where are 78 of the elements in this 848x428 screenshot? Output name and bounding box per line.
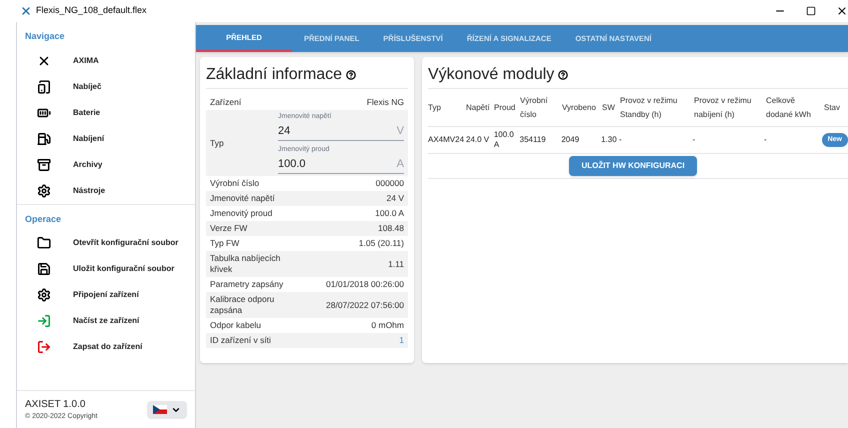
fuel-pump-icon — [37, 132, 51, 146]
section-heading: Operace — [24, 212, 62, 226]
sidebar-item[interactable]: Nabíjení — [17, 126, 195, 152]
row-label: Zařízení — [210, 97, 242, 108]
folder-icon — [37, 236, 51, 250]
sidebar-item[interactable]: Zapsat do zařízení — [17, 334, 195, 360]
save-hw-config-button[interactable]: ULOŽIT HW KONFIGURACI — [569, 156, 697, 176]
help-icon[interactable] — [558, 70, 568, 80]
settings-icon — [37, 288, 51, 302]
section-heading: Navigace — [24, 30, 66, 43]
field-value: 24 — [278, 125, 290, 138]
table-cell-text: AX4MV24 — [428, 135, 466, 145]
table-cell-text: 100.0 A — [494, 130, 515, 150]
row-label: Typ — [210, 136, 225, 150]
row-label: Výrobní číslo — [210, 178, 260, 189]
flag-icon — [153, 405, 167, 414]
table-cell-text: 24.0 V — [466, 135, 490, 145]
column-header: Typ — [428, 102, 442, 114]
sidebar-item[interactable]: Nástroje — [17, 178, 195, 204]
row-value: 000000 — [376, 178, 404, 189]
column-header: Provoz v režimu Standby (h) — [620, 94, 678, 121]
row-value: 100.0 A — [375, 208, 404, 219]
row-value: 24 V — [386, 193, 404, 204]
unit-label: A — [396, 158, 404, 171]
app-version: AXISET 1.0.0 — [25, 398, 86, 412]
card-title: Výkonové moduly — [428, 64, 554, 84]
sidebar-item[interactable]: Uložit konfigurační soubor — [17, 256, 195, 282]
language-selector[interactable] — [147, 400, 187, 418]
column-header: SW — [602, 102, 616, 114]
settings-icon — [37, 184, 51, 198]
table-cell-text: - — [618, 135, 623, 145]
column-header: Napětí — [466, 102, 491, 114]
sidebar-item[interactable]: Připojení zařízení — [17, 282, 195, 308]
column-header: Celkově dodané kWh — [766, 94, 812, 120]
row-label: Jmenovité napětí — [210, 193, 276, 204]
row-label: Tabulka nabíjecích křivek — [210, 253, 282, 275]
row-label: Kalibrace odporu zapsána — [210, 294, 276, 316]
column-header: Proud — [494, 102, 516, 114]
sidebar-item[interactable]: Nabíječ — [17, 74, 195, 100]
row-label: Verze FW — [210, 223, 248, 234]
row-label: ID zařízení v síti — [210, 335, 272, 346]
row-label: Typ FW — [210, 238, 240, 249]
row-value: 1.11 — [388, 258, 404, 270]
sidebar-item[interactable]: AXIMA — [17, 48, 195, 74]
archive-icon — [37, 158, 51, 172]
table-cell-text: 2049 — [561, 135, 580, 145]
row-label: Jmenovitý proud — [210, 208, 274, 219]
table-cell-text: 1.30 — [601, 135, 618, 145]
sidebar-item[interactable]: Otevřít konfigurační soubor — [17, 230, 195, 256]
card-title: Základní informace — [206, 64, 342, 84]
sidebar-item[interactable]: Archivy — [17, 152, 195, 178]
import-icon — [37, 314, 51, 328]
row-label: Odpor kabelu — [210, 320, 262, 331]
row-value: 0 mOhm — [371, 320, 404, 331]
row-value: Flexis NG — [366, 97, 404, 108]
column-header: Stav — [824, 102, 842, 114]
sidebar-item[interactable]: Baterie — [17, 100, 195, 126]
row-value: 28/07/2022 07:56:00 — [326, 300, 404, 310]
field-value: 100.0 — [278, 158, 306, 171]
window-title: Flexis_NG_108_default.flex — [36, 4, 147, 18]
table-cell-text: - — [764, 135, 768, 145]
maximize-icon[interactable] — [806, 6, 816, 16]
table-cell-text: - — [692, 135, 696, 145]
table-cell-text: 354119 — [520, 135, 547, 145]
unit-label: V — [396, 125, 404, 138]
help-icon[interactable] — [346, 70, 356, 80]
row-value: 108.48 — [378, 223, 404, 234]
close-icon[interactable] — [836, 5, 848, 17]
row-value: 01/01/2018 00:26:00 — [326, 279, 404, 290]
column-header: Provoz v režimu nabíjení (h) — [694, 94, 752, 121]
column-header: Vyrobeno — [562, 102, 597, 114]
row-label: Parametry zapsány — [210, 279, 284, 290]
app-logo-icon — [20, 5, 32, 17]
row-value: 1.05 (20.11) — [358, 238, 404, 249]
sidebar-item[interactable]: Načíst ze zařízení — [17, 308, 195, 334]
export-icon — [37, 340, 51, 354]
save-icon — [37, 262, 51, 276]
column-header: Výrobní číslo — [520, 94, 549, 120]
